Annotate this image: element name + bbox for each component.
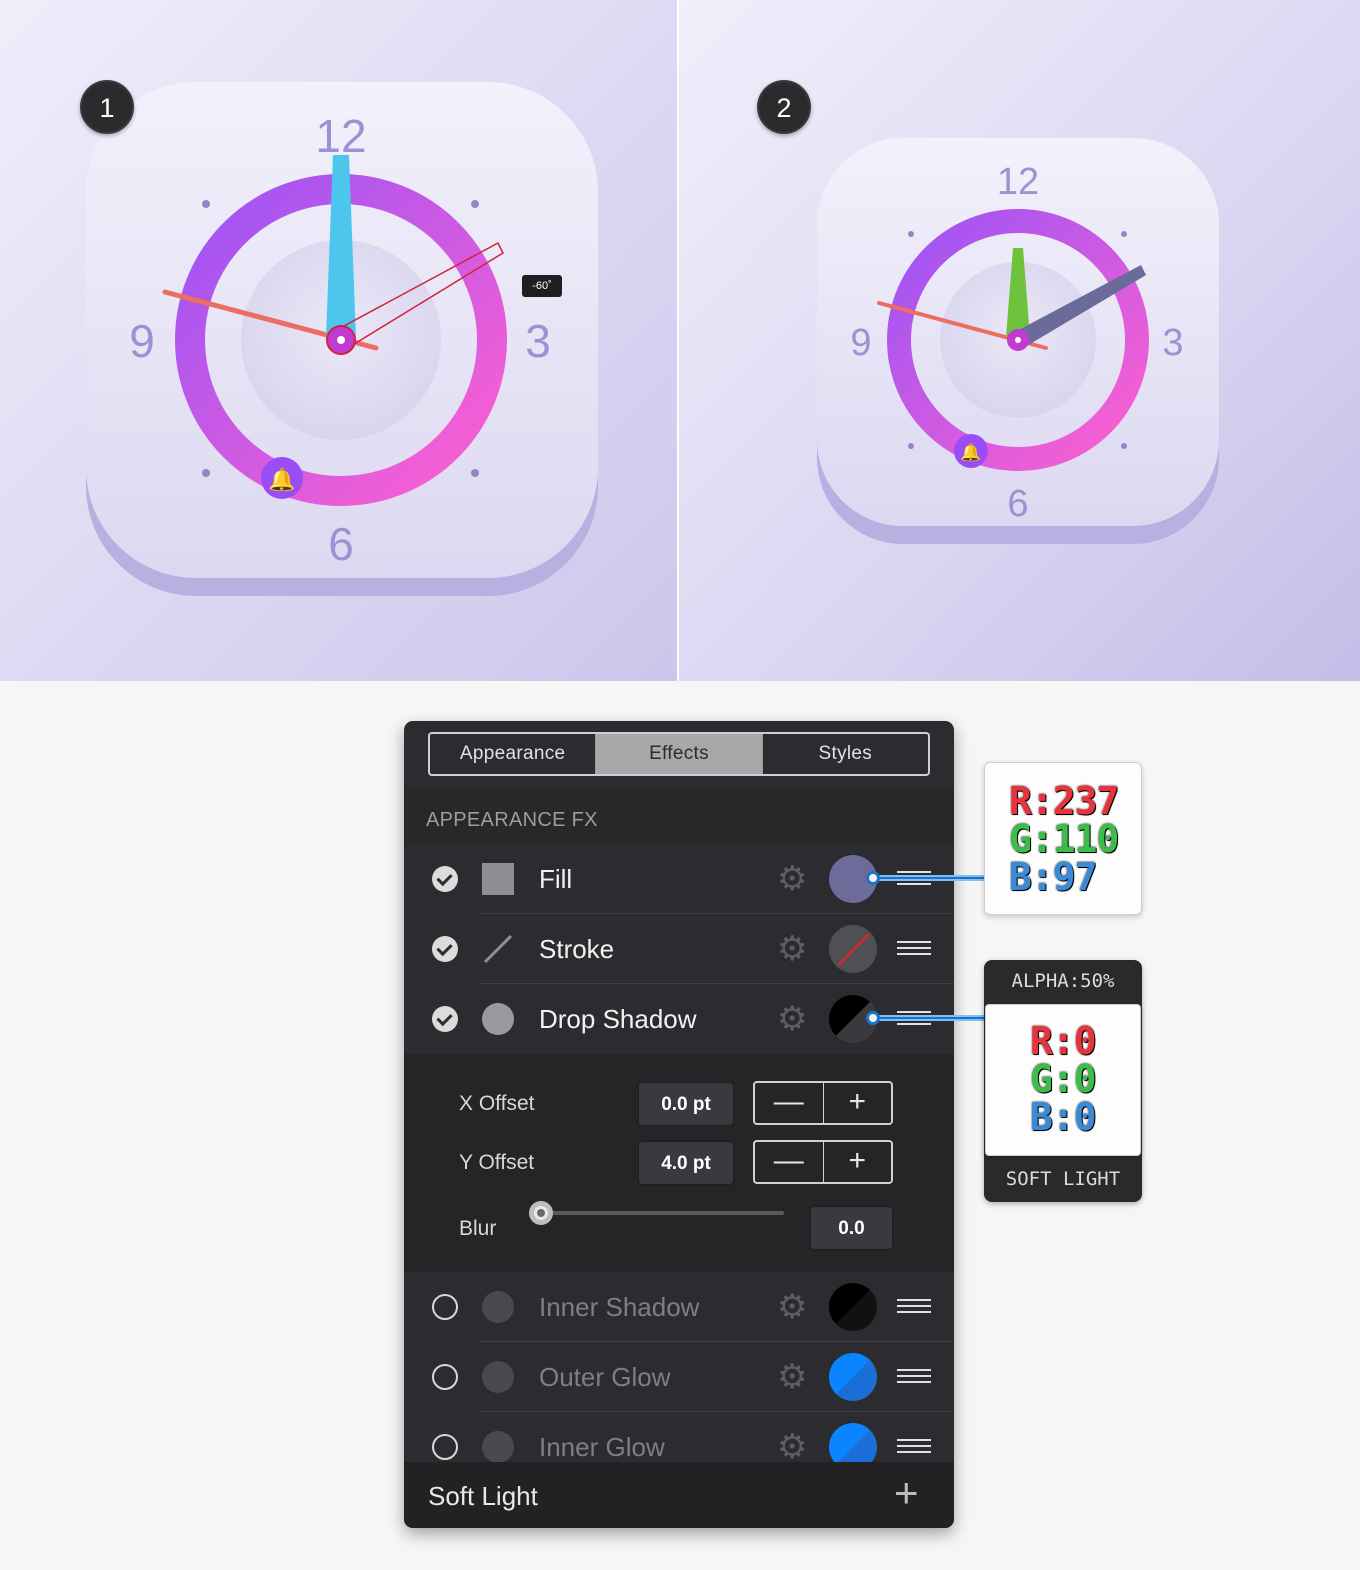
fill-callout-connector bbox=[878, 875, 986, 881]
gear-icon[interactable]: ⚙ bbox=[777, 932, 807, 966]
center-pin bbox=[337, 336, 345, 344]
drag-handle-icon[interactable] bbox=[897, 1439, 931, 1453]
shadow-callout-connector bbox=[878, 1015, 986, 1021]
green-value: G:0 bbox=[1030, 1057, 1097, 1101]
enabled-checkbox[interactable] bbox=[432, 1364, 458, 1390]
circle-icon bbox=[482, 1291, 514, 1323]
effect-label: Fill bbox=[539, 864, 573, 894]
shadow-color-callout: ALPHA:50% R:0 G:0 B:0 SOFT LIGHT bbox=[984, 960, 1142, 1202]
line-icon bbox=[483, 934, 513, 964]
effect-label: Inner Shadow bbox=[539, 1292, 700, 1322]
decrement-button[interactable]: — bbox=[755, 1142, 823, 1182]
effect-label: Inner Glow bbox=[539, 1432, 665, 1462]
blue-value: B:0 bbox=[1030, 1095, 1097, 1139]
numeral-12: 12 bbox=[315, 110, 366, 162]
gear-icon[interactable]: ⚙ bbox=[777, 862, 807, 896]
rotation-angle-tooltip: -60˚ bbox=[522, 275, 562, 297]
tab-effects[interactable]: Effects bbox=[595, 734, 762, 774]
increment-button[interactable]: + bbox=[822, 1083, 892, 1123]
color-swatch-none[interactable] bbox=[829, 925, 877, 973]
drag-handle-icon[interactable] bbox=[897, 1369, 931, 1383]
bell-icon: 🔔 bbox=[268, 467, 295, 492]
numeral-6: 6 bbox=[1007, 483, 1028, 525]
drag-handle-icon[interactable] bbox=[897, 941, 931, 955]
blur-input[interactable]: 0.0 bbox=[810, 1206, 893, 1250]
decrement-button[interactable]: — bbox=[755, 1083, 823, 1123]
effects-panel: Appearance Effects Styles APPEARANCE FX … bbox=[404, 721, 954, 1528]
tab-styles[interactable]: Styles bbox=[761, 734, 928, 774]
tab-appearance[interactable]: Appearance bbox=[430, 734, 595, 774]
blur-label: Blur bbox=[459, 1217, 497, 1240]
section-header: APPEARANCE FX bbox=[404, 788, 954, 844]
drag-handle-icon[interactable] bbox=[897, 1299, 931, 1313]
numeral-12: 12 bbox=[997, 161, 1039, 203]
circle-icon bbox=[482, 1361, 514, 1393]
effect-row-outer-glow[interactable]: Outer Glow ⚙ bbox=[404, 1342, 954, 1412]
enabled-checkbox[interactable] bbox=[432, 936, 458, 962]
numeral-3: 3 bbox=[525, 315, 551, 367]
y-offset-label: Y Offset bbox=[459, 1151, 535, 1174]
x-offset-stepper: — + bbox=[753, 1081, 893, 1125]
blend-mode-tag: SOFT LIGHT bbox=[1005, 1168, 1121, 1190]
blur-slider-track[interactable] bbox=[537, 1211, 784, 1215]
alpha-label: ALPHA:50% bbox=[1011, 970, 1115, 992]
section-title: APPEARANCE FX bbox=[426, 809, 598, 831]
circle-icon bbox=[482, 1431, 514, 1463]
gear-icon[interactable]: ⚙ bbox=[777, 1360, 807, 1394]
effect-label: Stroke bbox=[539, 934, 615, 964]
step-badge-1: 1 bbox=[80, 80, 134, 134]
numeral-3: 3 bbox=[1162, 322, 1183, 364]
panel-footer: Soft Light + bbox=[404, 1462, 954, 1528]
fill-color-callout: R:237 G:110 B:97 bbox=[984, 762, 1142, 915]
effect-label: Drop Shadow bbox=[539, 1004, 697, 1034]
circle-icon bbox=[482, 1003, 514, 1035]
shadow-rgb-card: R:0 G:0 B:0 bbox=[985, 1004, 1141, 1156]
effect-row-stroke[interactable]: Stroke ⚙ bbox=[404, 914, 954, 984]
gear-icon[interactable]: ⚙ bbox=[777, 1430, 807, 1464]
blue-value: B:97 bbox=[1009, 855, 1098, 899]
enabled-checkbox[interactable] bbox=[432, 1294, 458, 1320]
y-offset-input[interactable]: 4.0 pt bbox=[638, 1141, 734, 1185]
y-offset-stepper: — + bbox=[753, 1140, 893, 1184]
square-icon bbox=[482, 863, 514, 895]
step-badge-2: 2 bbox=[757, 80, 811, 134]
add-effect-button[interactable]: + bbox=[894, 1472, 919, 1514]
x-offset-label: X Offset bbox=[459, 1092, 535, 1115]
center-pin bbox=[1015, 337, 1021, 343]
red-value: R:237 bbox=[1009, 779, 1119, 823]
gear-icon[interactable]: ⚙ bbox=[777, 1002, 807, 1036]
effect-row-inner-shadow[interactable]: Inner Shadow ⚙ bbox=[404, 1272, 954, 1342]
green-value: G:110 bbox=[1009, 817, 1119, 861]
fill-callout-anchor bbox=[866, 871, 880, 885]
enabled-checkbox[interactable] bbox=[432, 1434, 458, 1460]
bell-icon: 🔔 bbox=[960, 443, 981, 462]
no-color-slash-icon bbox=[837, 932, 871, 967]
gear-icon[interactable]: ⚙ bbox=[777, 1290, 807, 1324]
shadow-callout-anchor bbox=[866, 1011, 880, 1025]
color-swatch[interactable] bbox=[829, 1353, 877, 1401]
x-offset-input[interactable]: 0.0 pt bbox=[638, 1082, 734, 1126]
red-value: R:0 bbox=[1030, 1019, 1097, 1063]
blend-mode-label[interactable]: Soft Light bbox=[428, 1481, 538, 1512]
numeral-9: 9 bbox=[129, 315, 155, 367]
blur-slider-knob[interactable] bbox=[529, 1201, 553, 1225]
inspector-tabs: Appearance Effects Styles bbox=[428, 732, 930, 776]
numeral-6: 6 bbox=[328, 518, 354, 570]
numeral-9: 9 bbox=[850, 322, 871, 364]
color-swatch[interactable] bbox=[829, 1283, 877, 1331]
enabled-checkbox[interactable] bbox=[432, 866, 458, 892]
enabled-checkbox[interactable] bbox=[432, 1006, 458, 1032]
drop-shadow-settings: X Offset 0.0 pt — + Y Offset 4.0 pt — + … bbox=[404, 1054, 954, 1272]
effect-label: Outer Glow bbox=[539, 1362, 671, 1392]
increment-button[interactable]: + bbox=[822, 1142, 892, 1182]
